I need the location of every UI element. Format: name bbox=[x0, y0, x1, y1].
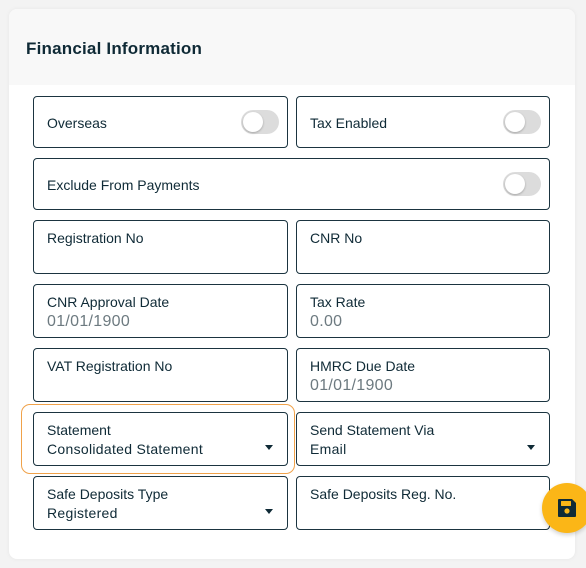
safe-deposits-type-label: Safe Deposits Type bbox=[47, 486, 169, 502]
tax-rate-field[interactable]: Tax Rate 0.00 bbox=[296, 284, 550, 338]
safe-deposits-reg-no-field[interactable]: Safe Deposits Reg. No. bbox=[296, 476, 550, 530]
overseas-field: Overseas bbox=[33, 96, 288, 148]
vat-registration-no-field[interactable]: VAT Registration No bbox=[33, 348, 288, 402]
safe-deposits-type-value: Registered bbox=[47, 505, 118, 521]
exclude-from-payments-label: Exclude From Payments bbox=[47, 177, 200, 193]
overseas-toggle[interactable] bbox=[241, 110, 279, 134]
safe-deposits-reg-no-label: Safe Deposits Reg. No. bbox=[310, 486, 457, 502]
statement-value: Consolidated Statement bbox=[47, 441, 204, 457]
toggle-knob bbox=[505, 174, 525, 194]
tax-rate-label: Tax Rate bbox=[310, 294, 366, 310]
registration-no-label: Registration No bbox=[47, 230, 144, 246]
cnr-no-label: CNR No bbox=[310, 230, 363, 246]
cnr-approval-date-value: 01/01/1900 bbox=[47, 313, 131, 330]
toggle-knob bbox=[243, 112, 263, 132]
cnr-approval-date-field[interactable]: CNR Approval Date 01/01/1900 bbox=[33, 284, 288, 338]
tax-rate-value: 0.00 bbox=[310, 313, 343, 330]
cnr-approval-date-label: CNR Approval Date bbox=[47, 294, 170, 310]
cnr-no-field[interactable]: CNR No bbox=[296, 220, 550, 274]
registration-no-field[interactable]: Registration No bbox=[33, 220, 288, 274]
overseas-label: Overseas bbox=[47, 115, 107, 131]
exclude-from-payments-field: Exclude From Payments bbox=[33, 158, 550, 210]
send-statement-via-value: Email bbox=[310, 441, 347, 457]
tax-enabled-label: Tax Enabled bbox=[310, 115, 388, 131]
hmrc-due-date-field[interactable]: HMRC Due Date 01/01/1900 bbox=[296, 348, 550, 402]
send-statement-via-label: Send Statement Via bbox=[310, 422, 435, 438]
caret-down-icon bbox=[265, 509, 273, 514]
tax-enabled-toggle[interactable] bbox=[503, 110, 541, 134]
statement-label: Statement bbox=[47, 422, 111, 438]
exclude-from-payments-toggle[interactable] bbox=[503, 172, 541, 196]
floppy-disk-icon bbox=[558, 499, 576, 517]
save-button[interactable] bbox=[542, 483, 586, 533]
vat-registration-no-label: VAT Registration No bbox=[47, 358, 173, 374]
tax-enabled-field: Tax Enabled bbox=[296, 96, 550, 148]
caret-down-icon bbox=[265, 445, 273, 450]
hmrc-due-date-label: HMRC Due Date bbox=[310, 358, 416, 374]
toggle-knob bbox=[505, 112, 525, 132]
section-title: Financial Information bbox=[26, 39, 203, 58]
statement-select[interactable]: Statement Consolidated Statement bbox=[33, 412, 288, 466]
send-statement-via-select[interactable]: Send Statement Via Email bbox=[296, 412, 550, 466]
hmrc-due-date-value: 01/01/1900 bbox=[310, 377, 394, 394]
card-header: Financial Information bbox=[9, 9, 575, 85]
caret-down-icon bbox=[527, 445, 535, 450]
safe-deposits-type-select[interactable]: Safe Deposits Type Registered bbox=[33, 476, 288, 530]
